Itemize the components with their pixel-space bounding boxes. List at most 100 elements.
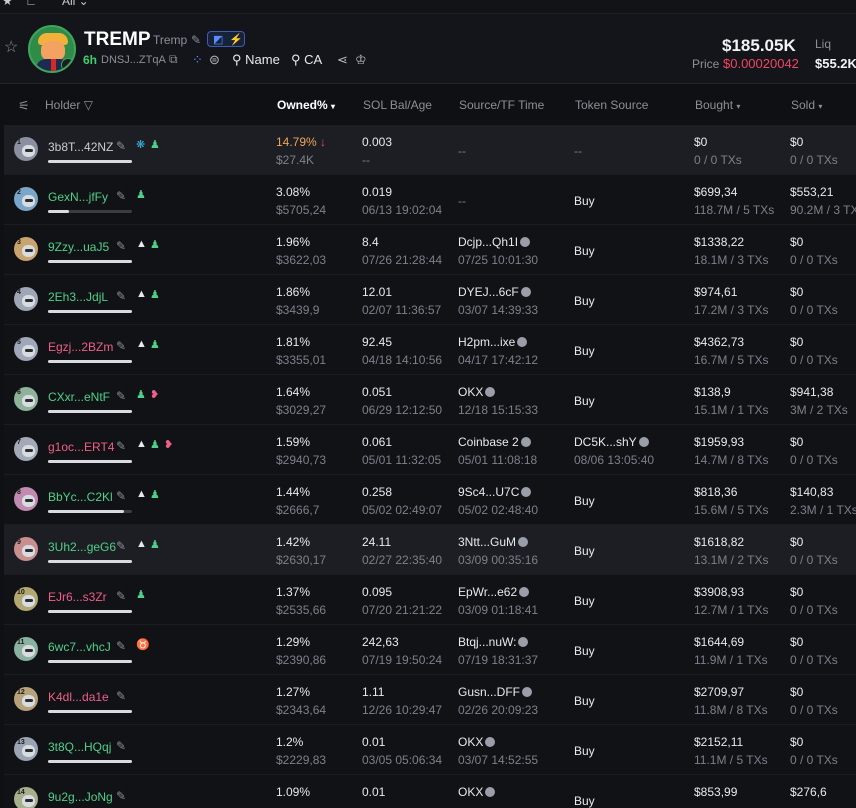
table-row[interactable]: 5 Egzj...2BZm ✎ ▲ ♟ 1.81% $3355,01 92.45 04/18 1…	[4, 325, 856, 375]
token-source[interactable]: DC5K...shY	[574, 435, 649, 449]
holder-address[interactable]: EJr6...s3Zr	[48, 590, 107, 604]
funding-source[interactable]: OKX	[458, 785, 496, 799]
source-list-icon[interactable]	[485, 737, 496, 747]
edit-icon[interactable]: ✎	[116, 739, 126, 753]
edit-icon[interactable]: ✎	[116, 589, 126, 603]
edit-icon[interactable]: ✎	[116, 689, 126, 703]
holder-address[interactable]: 3t8Q...HQqj	[48, 740, 111, 754]
source-list-icon[interactable]	[638, 437, 649, 447]
source-list-icon[interactable]	[519, 587, 530, 597]
funding-source[interactable]: DYEJ...6cF	[458, 285, 531, 299]
edit-icon[interactable]: ✎	[116, 239, 126, 253]
table-row[interactable]: 14 9u2g...JoNg ✎ 1.09% 0.01 OKX Buy $853,99 $276…	[4, 775, 856, 808]
lightning-icon[interactable]: ⚡	[229, 33, 243, 46]
holder-avatar[interactable]: 7	[14, 437, 38, 461]
social-links-pill[interactable]: ◩ ⚡	[207, 31, 245, 47]
column-bought[interactable]: Bought ▾	[695, 98, 740, 112]
edit-icon[interactable]: ✎	[116, 389, 126, 403]
search-ca-button[interactable]: ⚲ CA	[291, 52, 322, 68]
table-row[interactable]: 11 6wc7...vhcJ ✎ ♉ 1.29% $2390,86 242,63 07/19 …	[4, 625, 856, 675]
table-row[interactable]: 6 CXxr...eNtF ✎ ♟ ❥ 1.64% $3029,27 0.051 06/29 1…	[4, 375, 856, 425]
holder-avatar[interactable]: 4	[14, 287, 38, 311]
holder-avatar[interactable]: 14	[14, 787, 38, 808]
funding-source[interactable]: H2pm...ixe	[458, 335, 528, 349]
filter-dropdown[interactable]: All ⌄	[62, 0, 89, 8]
holder-address[interactable]: 6wc7...vhcJ	[48, 640, 111, 654]
holder-avatar[interactable]: 1	[14, 137, 38, 161]
table-row[interactable]: 9 3Uh2...geG6 ✎ ▲ ♟ 1.42% $2630,17 24.11 02/27 2…	[4, 525, 856, 575]
funding-source[interactable]: Gusn...DFF	[458, 685, 533, 699]
holder-avatar[interactable]: 8	[14, 487, 38, 511]
edit-icon[interactable]: ✎	[116, 439, 126, 453]
edit-icon[interactable]: ✎	[116, 489, 126, 503]
column-owned[interactable]: Owned% ▾	[277, 98, 335, 112]
contract-address[interactable]: DNSJ...ZTqA	[101, 54, 166, 66]
funding-source[interactable]: OKX	[458, 735, 496, 749]
token-avatar[interactable]	[28, 25, 76, 73]
edit-icon[interactable]: ✎	[116, 789, 126, 803]
source-list-icon[interactable]	[485, 787, 496, 797]
holder-avatar[interactable]: 10	[14, 587, 38, 611]
funding-source[interactable]: Btqj...nuW:	[458, 635, 529, 649]
source-list-icon[interactable]	[517, 337, 528, 347]
source-list-icon[interactable]	[520, 237, 531, 247]
holder-address[interactable]: GexN...jfFy	[48, 190, 108, 204]
holder-address[interactable]: g1oc...ERT4	[48, 440, 114, 454]
holder-avatar[interactable]: 5	[14, 337, 38, 361]
list-icon[interactable]: ⊜	[209, 52, 220, 68]
twitter-icon[interactable]: ◩	[213, 33, 223, 46]
funding-source[interactable]: EpWr...e62	[458, 585, 530, 599]
column-sol-bal[interactable]: SOL Bal/Age	[363, 98, 432, 112]
holder-address[interactable]: BbYc...C2Kl	[48, 490, 113, 504]
source-list-icon[interactable]	[522, 687, 533, 697]
holder-address[interactable]: Egzj...2BZm	[48, 340, 113, 354]
holder-avatar[interactable]: 9	[14, 537, 38, 561]
table-row[interactable]: 4 2Eh3...JdjL ✎ ▲ ♟ 1.86% $3439,9 12.01 02/07 11…	[4, 275, 856, 325]
bundle-icon[interactable]: ⁘	[192, 52, 203, 68]
source-list-icon[interactable]	[485, 387, 496, 397]
table-row[interactable]: 2 GexN...jfFy ✎ ♟ 3.08% $5705,24 0.019 06/13 19…	[4, 175, 856, 225]
holder-address[interactable]: 2Eh3...JdjL	[48, 290, 108, 304]
funding-source[interactable]: Coinbase 2	[458, 435, 531, 449]
holder-address[interactable]: K4dl...da1e	[48, 690, 109, 704]
source-list-icon[interactable]	[521, 487, 532, 497]
holder-address[interactable]: CXxr...eNtF	[48, 390, 110, 404]
star-icon[interactable]: ★	[2, 0, 13, 8]
table-row[interactable]: 7 g1oc...ERT4 ✎ ▲ ♟ ❥ 1.59% $2940,73 0.061 05/01 …	[4, 425, 856, 475]
edit-icon[interactable]: ✎	[191, 33, 201, 47]
table-row[interactable]: 12 K4dl...da1e ✎ 1.27% $2343,64 1.11 12/26 10:…	[4, 675, 856, 725]
source-list-icon[interactable]	[518, 537, 529, 547]
edit-icon[interactable]: ✎	[116, 289, 126, 303]
funding-source[interactable]: OKX	[458, 385, 496, 399]
edit-icon[interactable]: ✎	[116, 539, 126, 553]
edit-icon[interactable]: ✎	[116, 339, 126, 353]
column-sold[interactable]: Sold ▾	[791, 98, 822, 112]
table-row[interactable]: 8 BbYc...C2Kl ✎ ▲ ♟ 1.44% $2666,7 0.258 05/02 02…	[4, 475, 856, 525]
holder-avatar[interactable]: 11	[14, 637, 38, 661]
holder-avatar[interactable]: 3	[14, 237, 38, 261]
table-row[interactable]: 10 EJr6...s3Zr ✎ ♟ 1.37% $2535,66 0.095 07/20 2…	[4, 575, 856, 625]
edit-icon[interactable]: ✎	[116, 139, 126, 153]
crown-icon[interactable]: ♔	[355, 52, 367, 68]
holder-avatar[interactable]: 6	[14, 387, 38, 411]
column-token-source[interactable]: Token Source	[575, 98, 648, 112]
holder-address[interactable]: 9u2g...JoNg	[48, 790, 113, 804]
holder-avatar[interactable]: 13	[14, 737, 38, 761]
table-row[interactable]: 13 3t8Q...HQqj ✎ 1.2% $2229,83 0.01 03/05 05:0…	[4, 725, 856, 775]
filter-settings-icon[interactable]: ⚟	[18, 98, 30, 114]
column-holder[interactable]: Holder ▽	[45, 98, 93, 112]
favorite-star-icon[interactable]: ☆	[4, 40, 20, 56]
edit-icon[interactable]: ✎	[116, 189, 126, 203]
source-list-icon[interactable]	[520, 437, 531, 447]
chart-icon[interactable]: ⊏	[26, 0, 36, 8]
table-row[interactable]: 1 3b8T...42NZ ✎ ❋ ♟ 14.79% ↓ $27.4K 0.003 -- -- --…	[4, 125, 856, 175]
funding-source[interactable]: 3Ntt...GuM	[458, 535, 529, 549]
holder-address[interactable]: 3b8T...42NZ	[48, 140, 113, 154]
funding-source[interactable]: 9Sc4...U7C	[458, 485, 532, 499]
copy-icon[interactable]: ⧉	[169, 52, 178, 67]
search-name-button[interactable]: ⚲ Name	[232, 52, 280, 68]
holder-address[interactable]: 9Zzy...uaJ5	[48, 240, 109, 254]
filter-icon[interactable]: ▽	[84, 98, 93, 112]
source-list-icon[interactable]	[518, 637, 529, 647]
share-icon[interactable]: ⋖	[337, 52, 348, 68]
